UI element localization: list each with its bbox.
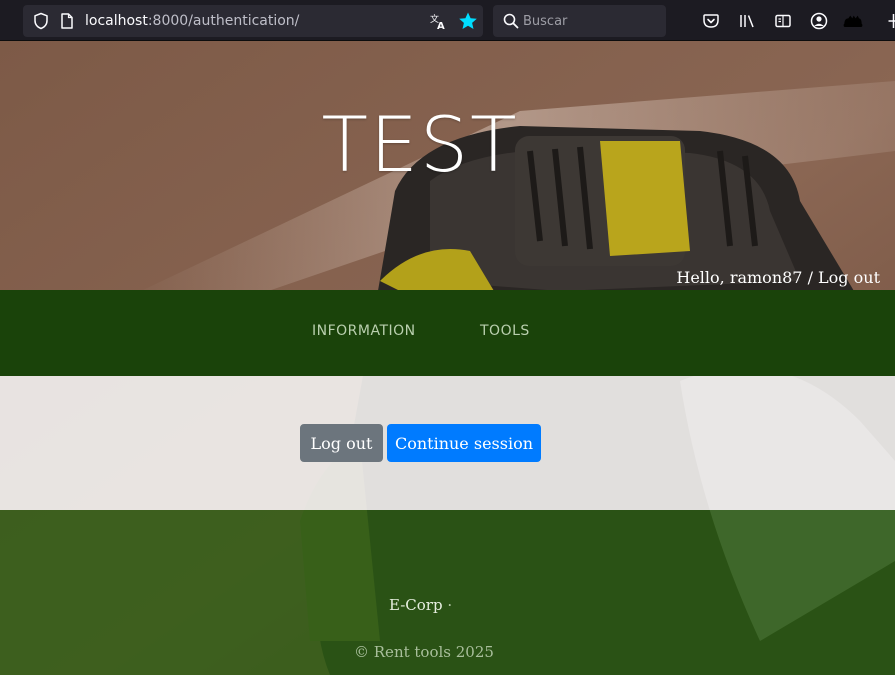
page-icon bbox=[59, 12, 75, 30]
search-icon bbox=[502, 12, 520, 30]
url-path: :8000/authentication/ bbox=[147, 13, 300, 29]
bookmark-star-icon[interactable] bbox=[457, 10, 479, 32]
site-title: TEST bbox=[321, 100, 519, 189]
nav-item-tools[interactable]: TOOLS bbox=[480, 323, 530, 339]
continue-session-button[interactable]: Continue session bbox=[387, 424, 541, 462]
greeting-text: Hello, ramon87 bbox=[676, 268, 803, 287]
company-separator: · bbox=[447, 596, 453, 614]
overflow-icon[interactable] bbox=[884, 11, 895, 31]
copyright-text: © Rent tools 2025 bbox=[354, 643, 494, 661]
nav-item-information[interactable]: INFORMATION bbox=[312, 323, 416, 339]
url-host: localhost bbox=[85, 13, 148, 29]
greeting-separator: / bbox=[802, 268, 819, 287]
url-text[interactable]: localhost:8000/authentication/ bbox=[85, 12, 299, 30]
reader-view-icon[interactable] bbox=[773, 11, 793, 31]
footer-company: E-Corp · bbox=[389, 596, 452, 614]
logout-button[interactable]: Log out bbox=[300, 424, 383, 462]
main-nav: INFORMATION TOOLS bbox=[0, 290, 895, 376]
site-footer: E-Corp · © Rent tools 2025 bbox=[0, 510, 895, 675]
user-greeting: Hello, ramon87 / Log out bbox=[676, 268, 880, 287]
session-panel: Log out Continue session bbox=[0, 376, 895, 510]
company-name: E-Corp bbox=[389, 596, 443, 614]
search-input[interactable] bbox=[523, 11, 658, 31]
translate-icon[interactable]: 文A bbox=[429, 12, 447, 32]
svg-text:A: A bbox=[437, 21, 445, 30]
browser-toolbar: localhost:8000/authentication/ 文A bbox=[0, 0, 895, 41]
account-icon[interactable] bbox=[809, 11, 829, 31]
pocket-icon[interactable] bbox=[701, 11, 721, 31]
header-logout-link[interactable]: Log out bbox=[818, 268, 880, 287]
hero-header: TEST Hello, ramon87 / Log out bbox=[0, 41, 895, 290]
extension-icon[interactable] bbox=[843, 11, 873, 31]
library-icon[interactable] bbox=[737, 11, 757, 31]
address-bar[interactable]: localhost:8000/authentication/ 文A bbox=[23, 5, 483, 37]
web-page: TEST Hello, ramon87 / Log out INFORMATIO… bbox=[0, 41, 895, 675]
shield-icon[interactable] bbox=[32, 12, 50, 30]
search-bar[interactable] bbox=[493, 5, 666, 37]
